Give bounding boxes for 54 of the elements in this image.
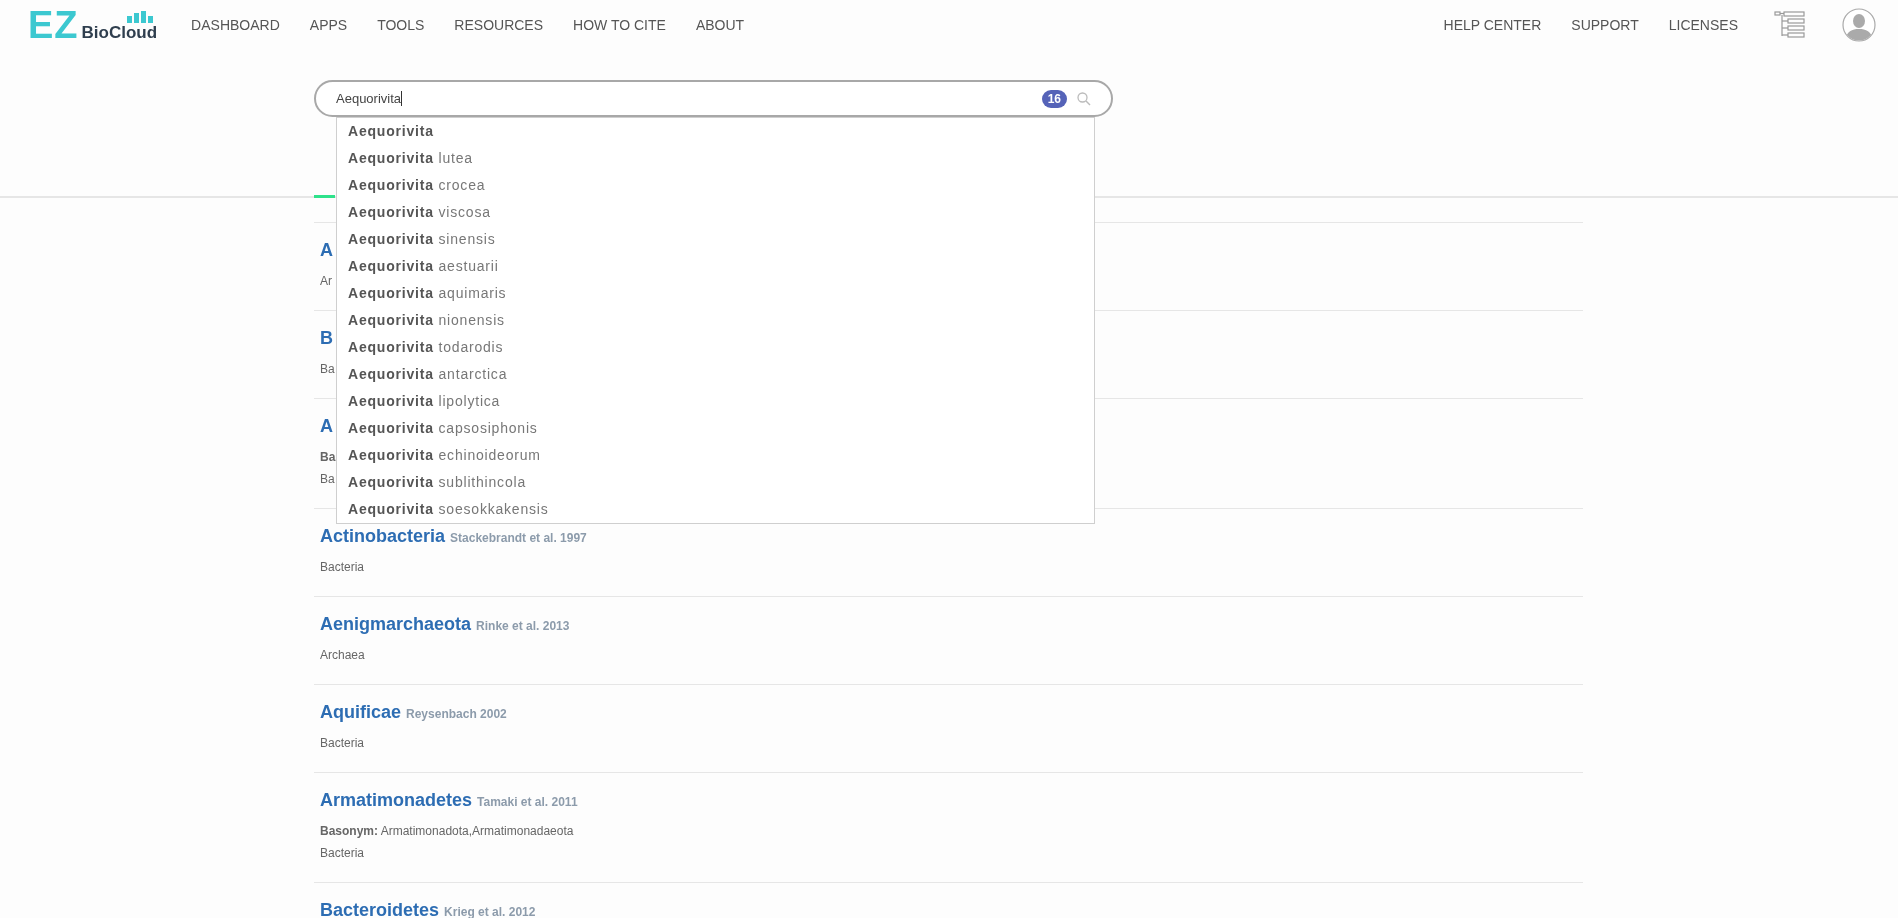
taxon-link[interactable]: B bbox=[320, 328, 333, 349]
taxon-link[interactable]: A bbox=[320, 416, 333, 437]
domain-text: Bacteria bbox=[320, 845, 365, 862]
basonym-text: Basonym: Armatimonadota,Armatimonadaeota bbox=[320, 823, 574, 840]
suggestion-item[interactable]: Aequorivita viscosa bbox=[337, 199, 1094, 226]
domain-text: Bacteria bbox=[320, 735, 365, 752]
nav-link[interactable]: LICENSES bbox=[1668, 17, 1738, 33]
suggestion-item[interactable]: Aequorivita antarctica bbox=[337, 361, 1094, 388]
suggestion-item[interactable]: Aequorivita echinoideorum bbox=[337, 442, 1094, 469]
suggestion-item[interactable]: Aequorivita sublithincola bbox=[337, 469, 1094, 496]
nav-link[interactable]: HOW TO CITE bbox=[573, 17, 666, 33]
taxon-link[interactable]: Bacteroidetes bbox=[320, 900, 440, 918]
avatar-icon[interactable] bbox=[1842, 8, 1876, 42]
domain-text: Archaea bbox=[320, 647, 365, 664]
suggestion-item[interactable]: Aequorivita sinensis bbox=[337, 226, 1094, 253]
author-text: Tamaki et al. 2011 bbox=[477, 795, 578, 809]
nav-link[interactable]: RESOURCES bbox=[454, 17, 544, 33]
suggestion-item[interactable]: Aequorivita lipolytica bbox=[337, 388, 1094, 415]
suggestion-item[interactable]: Aequorivita capsosiphonis bbox=[337, 415, 1094, 442]
taxon-link[interactable]: Aenigmarchaeota bbox=[320, 614, 472, 635]
suggestion-item[interactable]: Aequorivita nionensis bbox=[337, 307, 1094, 334]
nav-link[interactable]: TOOLS bbox=[377, 17, 425, 33]
taxon-link[interactable]: Aquificae bbox=[320, 702, 402, 723]
basonym-text: Ba bbox=[320, 449, 336, 466]
nav-link[interactable]: APPS bbox=[309, 17, 348, 33]
taxon-link[interactable]: Armatimonadetes bbox=[320, 790, 473, 811]
count-badge: 16 bbox=[1041, 89, 1067, 108]
domain-text: Bacteria bbox=[320, 559, 365, 576]
suggestion-item[interactable]: Aequorivita crocea bbox=[337, 172, 1094, 199]
author-text: Krieg et al. 2012 bbox=[444, 905, 536, 918]
logo-text[interactable]: BioCloud bbox=[81, 24, 158, 41]
domain-text: Ba bbox=[320, 471, 335, 488]
suggestion-item[interactable]: Aequorivita bbox=[337, 118, 1094, 145]
author-text: Stackebrandt et al. 1997 bbox=[450, 531, 587, 545]
suggestion-item[interactable]: Aequorivita lutea bbox=[337, 145, 1094, 172]
taxon-link[interactable]: Actinobacteria bbox=[320, 526, 446, 547]
nav-link[interactable]: SUPPORT bbox=[1571, 17, 1639, 33]
nav-link[interactable]: ABOUT bbox=[695, 17, 745, 33]
suggestion-item[interactable]: Aequorivita soesokkakensis bbox=[337, 496, 1094, 523]
taxon-link[interactable]: A bbox=[320, 240, 333, 261]
suggestion-item[interactable]: Aequorivita todarodis bbox=[337, 334, 1094, 361]
author-text: Reysenbach 2002 bbox=[406, 707, 507, 721]
bars-icon bbox=[127, 11, 154, 23]
suggestion-item[interactable]: Aequorivita aquimaris bbox=[337, 280, 1094, 307]
nav-link[interactable]: DASHBOARD bbox=[191, 17, 280, 33]
nav-link[interactable]: HELP CENTER bbox=[1443, 17, 1542, 33]
tree-list-icon[interactable] bbox=[1774, 11, 1806, 39]
search-field[interactable]: Aequorivita 16 bbox=[314, 80, 1113, 117]
search-icon[interactable] bbox=[1077, 91, 1091, 106]
author-text: Rinke et al. 2013 bbox=[476, 619, 570, 633]
domain-text: Ar bbox=[320, 273, 332, 290]
active-tab-indicator bbox=[314, 195, 335, 198]
suggestion-item[interactable]: Aequorivita aestuarii bbox=[337, 253, 1094, 280]
domain-text: Ba bbox=[320, 361, 335, 378]
